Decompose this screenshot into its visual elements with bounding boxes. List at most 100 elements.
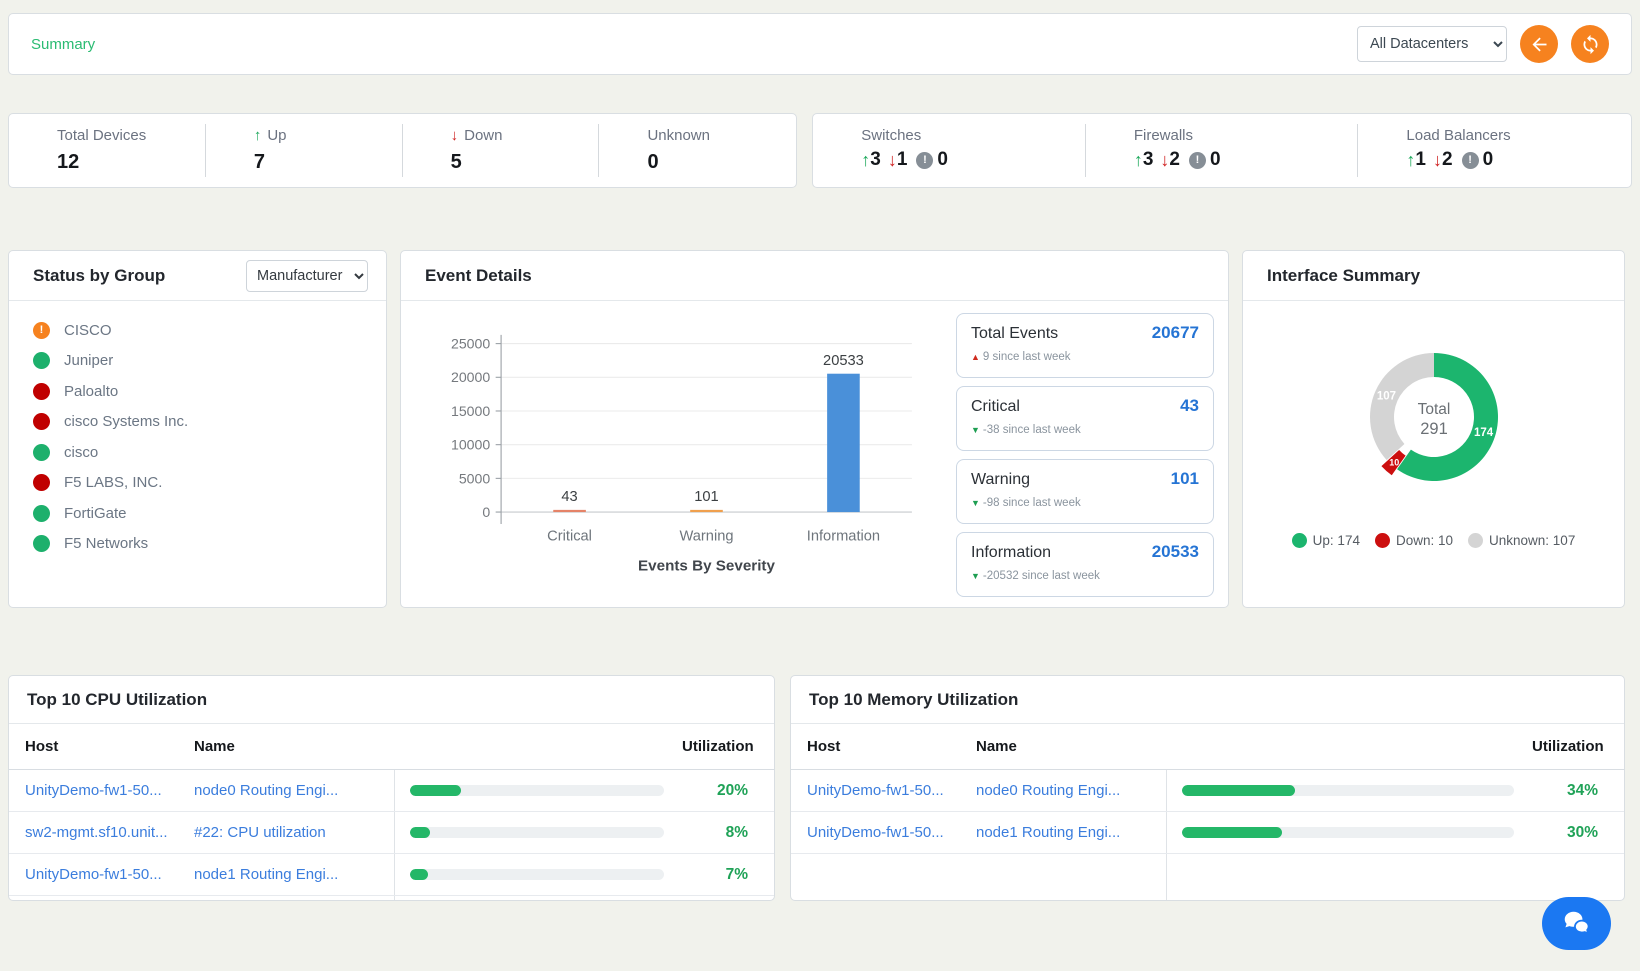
stat-down: Down 5: [403, 114, 600, 187]
down-arrow-icon: [1433, 150, 1442, 171]
card-value: 43: [1180, 396, 1199, 416]
down-arrow-icon: [1160, 150, 1169, 171]
host-link[interactable]: sw2-mgmt.sf10.unit...: [9, 824, 194, 841]
panel-title: Top 10 CPU Utilization: [27, 690, 207, 710]
status-dot: [33, 322, 50, 339]
table-header: Host Name Utilization: [791, 724, 1624, 770]
unknown-icon: [1189, 152, 1206, 169]
chat-button[interactable]: [1542, 897, 1611, 950]
table-row: UnityDemo-fw1-50... node1 Routing Engi..…: [9, 854, 774, 896]
card-delta: 9 since last week: [983, 351, 1071, 363]
group-name: Paloalto: [64, 383, 118, 400]
stat-value: 12: [57, 151, 206, 174]
group-name: CISCO: [64, 322, 112, 339]
up-arrow-icon: [1406, 150, 1415, 171]
table-header: Host Name Utilization: [9, 724, 774, 770]
host-link[interactable]: UnityDemo-fw1-50...: [791, 824, 976, 841]
cpu-utilization-panel: Top 10 CPU Utilization Host Name Utiliza…: [8, 675, 775, 901]
panel-title: Top 10 Memory Utilization: [809, 690, 1018, 710]
stat-label: Firewalls: [1134, 127, 1359, 144]
status-by-group-panel: Status by Group Manufacturer CISCO Junip…: [8, 250, 387, 608]
down-count: 1: [897, 149, 908, 171]
group-item: FortiGate: [33, 498, 362, 529]
name-link[interactable]: node0 Routing Engi...: [976, 782, 1166, 799]
unknown-count: 0: [1483, 149, 1494, 171]
group-item: Juniper: [33, 346, 362, 377]
events-by-severity-chart: 050001000015000200002500043Critical101Wa…: [407, 311, 956, 599]
stat-total-devices: Total Devices 12: [9, 114, 206, 187]
stat-switches: Switches 3 1 0: [813, 114, 1086, 187]
stat-label: Load Balancers: [1406, 127, 1631, 144]
donut-legend: Up: 174 Down: 10 Unknown: 107: [1292, 533, 1576, 548]
card-label: Critical: [971, 398, 1020, 416]
device-types-card: Switches 3 1 0 Firewalls 3 2 0 Load Bala…: [812, 113, 1632, 188]
unknown-legend-dot: [1468, 533, 1483, 548]
unknown-icon: [916, 152, 933, 169]
host-link[interactable]: UnityDemo-fw1-50...: [9, 866, 194, 883]
name-link[interactable]: #22: CPU utilization: [194, 824, 394, 841]
stat-value: 7: [254, 151, 403, 174]
utilization-bar: [410, 785, 664, 796]
up-arrow-icon: [254, 127, 262, 144]
legend-label: Down: 10: [1396, 533, 1453, 548]
status-dot: [33, 383, 50, 400]
datacenter-select[interactable]: All Datacenters: [1357, 26, 1507, 62]
table-row: UnityDemo-fw1-50... node0 Routing Engi..…: [9, 770, 774, 812]
critical-card: Critical43 -38 since last week: [956, 386, 1214, 451]
status-dot: [33, 505, 50, 522]
stat-value: 5: [451, 151, 600, 174]
utilization-value: 7%: [682, 866, 774, 884]
up-arrow-icon: [861, 150, 870, 171]
information-card: Information20533 -20532 since last week: [956, 532, 1214, 597]
up-count: 1: [1415, 149, 1426, 171]
card-value: 20677: [1152, 323, 1199, 343]
utilization-value: 30%: [1532, 824, 1624, 842]
stat-label: Switches: [861, 127, 1086, 144]
group-item: Paloalto: [33, 376, 362, 407]
name-link[interactable]: node0 Routing Engi...: [194, 782, 394, 799]
panel-title: Interface Summary: [1267, 266, 1420, 286]
utilization-bar: [410, 869, 664, 880]
status-dot: [33, 413, 50, 430]
col-host: Host: [9, 738, 194, 755]
up-count: 3: [870, 149, 881, 171]
card-label: Total Events: [971, 325, 1058, 343]
trend-triangle-icon: [971, 499, 980, 508]
stat-value: 0: [647, 151, 796, 174]
down-arrow-icon: [451, 127, 459, 144]
host-link[interactable]: UnityDemo-fw1-50...: [791, 782, 976, 799]
svg-text:20000: 20000: [451, 369, 490, 385]
stat-load-balancers: Load Balancers 1 2 0: [1358, 114, 1631, 187]
refresh-button[interactable]: [1571, 25, 1609, 63]
name-link[interactable]: node1 Routing Engi...: [194, 866, 394, 883]
col-utilization: Utilization: [1532, 738, 1624, 755]
svg-text:20533: 20533: [823, 353, 864, 369]
interface-donut-chart: 17410107Total291 Up: 174 Down: 10 Unknow…: [1243, 301, 1624, 548]
stat-label: Unknown: [647, 127, 796, 144]
status-dot: [33, 474, 50, 491]
table-row: sw2-mgmt.sf10.unit... #22: CPU utilizati…: [9, 812, 774, 854]
stat-up: Up 7: [206, 114, 403, 187]
panel-title: Status by Group: [33, 266, 165, 286]
group-name: Juniper: [64, 352, 113, 369]
trend-triangle-icon: [971, 572, 980, 581]
stat-label: Total Devices: [57, 127, 206, 144]
utilization-bar: [410, 827, 664, 838]
name-link[interactable]: node1 Routing Engi...: [976, 824, 1166, 841]
svg-text:174: 174: [1473, 427, 1493, 439]
card-label: Warning: [971, 471, 1030, 489]
warning-card: Warning101 -98 since last week: [956, 459, 1214, 524]
stat-firewalls: Firewalls 3 2 0: [1086, 114, 1359, 187]
card-label: Information: [971, 544, 1051, 562]
group-item: CISCO: [33, 315, 362, 346]
back-button[interactable]: [1520, 25, 1558, 63]
group-filter-select[interactable]: Manufacturer: [246, 260, 368, 292]
legend-label: Unknown: 107: [1489, 533, 1575, 548]
down-legend-dot: [1375, 533, 1390, 548]
utilization-value: 8%: [682, 824, 774, 842]
host-link[interactable]: UnityDemo-fw1-50...: [9, 782, 194, 799]
group-name: F5 LABS, INC.: [64, 474, 162, 491]
table-row: UnityDemo-fw1-50... node1 Routing Engi..…: [791, 812, 1624, 854]
svg-text:107: 107: [1376, 391, 1395, 403]
svg-text:10000: 10000: [451, 437, 490, 453]
